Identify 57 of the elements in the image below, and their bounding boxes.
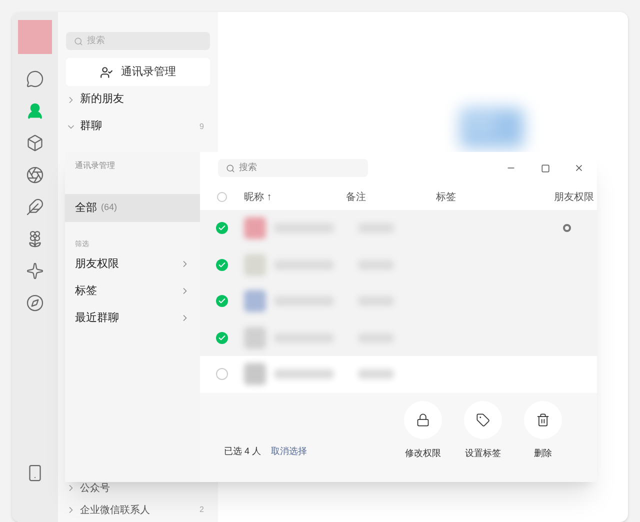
phone-icon[interactable] <box>26 464 44 482</box>
action-button[interactable]: 设置标签 <box>453 400 513 460</box>
filter-item[interactable]: 标签 <box>65 278 200 304</box>
check-icon <box>218 260 226 269</box>
column-header[interactable]: 备注 <box>346 190 436 204</box>
group-count: 9 <box>200 120 204 132</box>
filter-item[interactable]: 朋友权限 <box>65 250 200 278</box>
search-placeholder: 搜索 <box>87 34 105 48</box>
compass-icon[interactable] <box>26 294 44 312</box>
selection-count: 已选 4 人 <box>224 444 262 458</box>
contact-group[interactable]: 公众号 <box>66 477 210 499</box>
group-count: 2 <box>200 504 204 516</box>
group-label: 企业微信联系人 <box>80 504 151 518</box>
lock-icon <box>416 412 430 426</box>
row-checkbox[interactable] <box>216 295 228 308</box>
close-icon <box>574 163 584 173</box>
search-icon <box>74 36 83 46</box>
search-placeholder: 搜索 <box>239 161 257 174</box>
contacts-icon[interactable] <box>26 102 44 120</box>
blurred-name <box>274 369 334 380</box>
sparkle-icon[interactable] <box>26 262 44 280</box>
check-icon <box>218 297 226 306</box>
column-header[interactable]: 昵称 ↑ <box>244 190 346 204</box>
feather-icon[interactable] <box>26 198 44 216</box>
select-all-checkbox[interactable] <box>217 192 227 202</box>
manage-contacts-button[interactable]: 通讯录管理 <box>66 58 210 86</box>
group-label: 群聊 <box>80 119 103 134</box>
filter-item[interactable]: 最近群聊 <box>65 304 200 332</box>
check-icon <box>218 334 226 342</box>
cube-icon[interactable] <box>26 134 44 152</box>
person-icon <box>100 66 113 78</box>
column-header[interactable]: 朋友权限 <box>534 190 594 204</box>
contact-group[interactable]: 企业微信联系人 2 <box>66 499 210 521</box>
action-button[interactable]: 删除 <box>513 400 573 460</box>
row-checkbox[interactable] <box>216 332 228 344</box>
action-button[interactable]: 修改权限 <box>393 400 453 460</box>
group-label: 公众号 <box>80 482 111 496</box>
chat-icon[interactable] <box>26 70 44 88</box>
maximize-icon <box>540 164 550 172</box>
column-header[interactable]: 标签 <box>436 190 534 204</box>
aperture-icon[interactable] <box>26 166 44 184</box>
blurred-remark <box>358 369 394 380</box>
clear-selection-link[interactable]: 取消选择 <box>271 444 308 458</box>
contact-group[interactable]: 新的朋友 <box>66 86 210 113</box>
group-label: 新的朋友 <box>80 92 125 108</box>
flower-icon[interactable] <box>26 230 44 248</box>
search-icon <box>226 164 235 172</box>
dialog-title: 通讯录管理 <box>74 160 116 172</box>
contact-group[interactable]: 群聊 9 <box>66 113 210 140</box>
tag-icon <box>476 412 490 426</box>
check-icon <box>218 224 226 232</box>
row-checkbox[interactable] <box>216 222 228 234</box>
row-checkbox[interactable] <box>216 368 228 380</box>
nav-item[interactable]: 全部 (64) <box>65 194 200 222</box>
contact-row[interactable] <box>200 356 597 392</box>
row-checkbox[interactable] <box>216 258 228 271</box>
trash-icon <box>536 412 550 426</box>
